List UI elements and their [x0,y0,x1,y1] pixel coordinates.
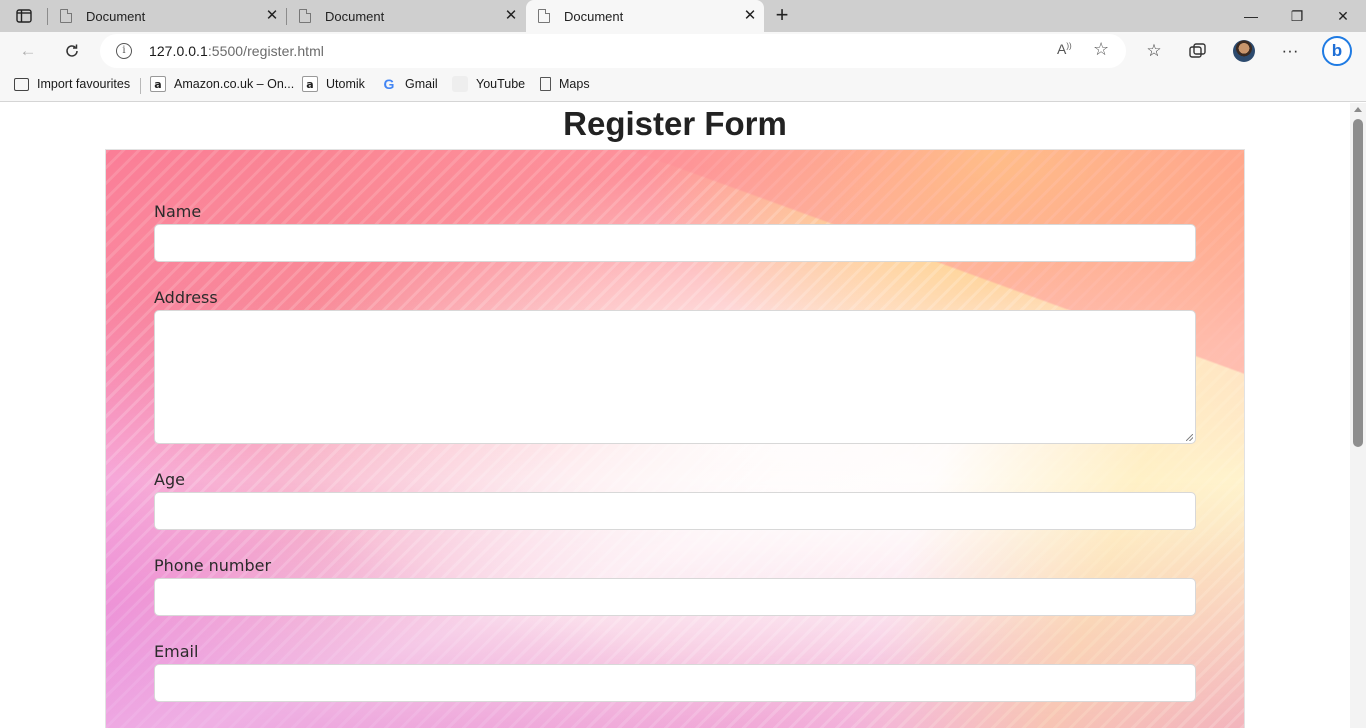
page-icon [540,77,551,91]
tab-actions-button[interactable] [8,5,40,27]
address-field: Address [154,288,1196,444]
bookmark-label: Amazon.co.uk – On... [174,77,295,91]
phone-field: Phone number [154,556,1196,616]
bookmark-youtube[interactable]: YouTube [452,70,525,98]
page-icon [299,9,311,23]
bookmark-label: Maps [559,77,590,91]
new-tab-button[interactable]: + [770,4,794,28]
email-field: Email [154,642,1196,702]
close-tab-icon[interactable]: ✕ [742,8,758,24]
tab-title: Document [325,8,385,24]
bookmark-maps[interactable]: Maps [540,70,590,98]
back-arrow-icon: ← [19,41,37,60]
refresh-icon [66,44,78,57]
bookmark-label: Import favourites [37,77,131,91]
bookmarks-bar: Import favourites a Amazon.co.uk – On...… [0,70,1366,102]
plus-icon: + [775,2,789,27]
name-label: Name [154,202,202,221]
page-icon [60,9,72,23]
scroll-up-icon[interactable] [1354,107,1362,112]
phone-label: Phone number [154,556,272,575]
tab-actions-icon [16,9,32,23]
browser-toolbar: ← i 127.0.0.1:5500/register.html A)) ☆ ☆… [0,32,1366,70]
bookmark-gmail[interactable]: G Gmail [381,70,438,98]
url-path: :5500/register.html [207,43,324,59]
add-favourite-icon[interactable]: ☆ [1093,39,1109,60]
favourites-icon: ☆ [1146,41,1162,60]
bookmark-separator [140,78,141,94]
register-form: Name Address Age Phone number Email [105,149,1245,728]
close-tab-icon[interactable]: ✕ [264,8,280,24]
bookmark-utomik[interactable]: a Utomik [302,70,365,98]
minimize-button[interactable]: — [1228,0,1274,32]
settings-menu-button[interactable]: ··· [1275,36,1305,66]
close-window-button[interactable]: ✕ [1320,0,1366,32]
email-input[interactable] [154,664,1196,702]
close-icon: ✕ [1337,7,1349,24]
tab-document-2[interactable]: Document ✕ [287,0,525,32]
address-label: Address [154,288,218,307]
address-bar[interactable]: i 127.0.0.1:5500/register.html A)) ☆ [100,34,1126,68]
scroll-thumb[interactable] [1353,119,1363,447]
read-aloud-icon[interactable]: A)) [1057,41,1072,57]
address-textarea[interactable] [154,310,1196,444]
amazon-icon: a [302,76,318,92]
age-field: Age [154,470,1196,530]
collections-button[interactable] [1183,36,1213,66]
page-icon [538,9,550,23]
age-input[interactable] [154,492,1196,530]
bookmark-label: YouTube [476,77,526,91]
tab-title: Document [86,8,146,24]
amazon-icon: a [150,76,166,92]
bing-icon[interactable]: b [1322,36,1352,66]
page-viewport: Register Form Name Address Age Phone num… [0,103,1350,728]
tab-title: Document [564,8,624,24]
back-button[interactable]: ← [13,36,43,66]
name-field: Name [154,202,1196,262]
bookmark-label: Gmail [405,77,438,91]
site-info-icon[interactable]: i [116,43,132,59]
email-label: Email [154,642,199,661]
phone-input[interactable] [154,578,1196,616]
more-icon: ··· [1281,41,1299,60]
tab-document-1[interactable]: Document ✕ [48,0,286,32]
tab-document-3[interactable]: Document ✕ [526,0,764,32]
refresh-button[interactable] [57,36,87,66]
minimize-icon: — [1244,8,1258,24]
restore-icon: ❐ [1290,7,1304,24]
bookmark-label: Utomik [326,77,365,91]
name-input[interactable] [154,224,1196,262]
restore-button[interactable]: ❐ [1274,0,1320,32]
vertical-scrollbar[interactable] [1350,103,1366,728]
url-text[interactable]: 127.0.0.1:5500/register.html [149,43,324,59]
favourites-button[interactable]: ☆ [1139,36,1169,66]
url-host: 127.0.0.1 [149,43,208,59]
import-icon [14,77,29,91]
bookmark-import-favourites[interactable]: Import favourites [14,70,130,98]
bookmark-amazon[interactable]: a Amazon.co.uk – On... [150,70,294,98]
google-icon: G [383,76,395,92]
close-tab-icon[interactable]: ✕ [503,8,519,24]
page-title: Register Form [563,105,787,142]
age-label: Age [154,470,185,489]
youtube-icon [452,76,468,92]
profile-avatar[interactable] [1233,40,1255,62]
collections-icon [1189,43,1206,58]
tab-strip: Document ✕ Document ✕ Document ✕ + — ❐ ✕ [0,0,1366,32]
